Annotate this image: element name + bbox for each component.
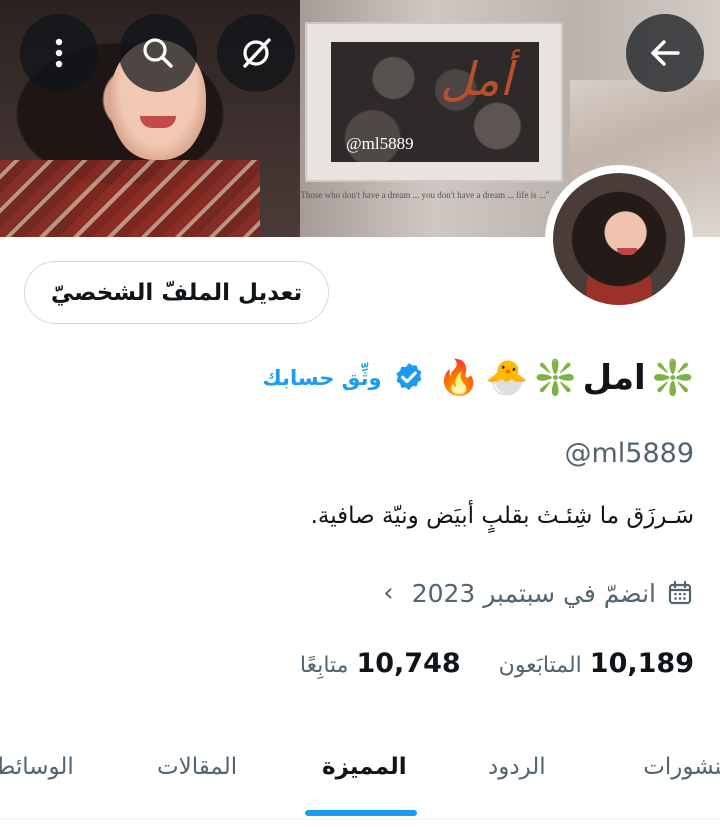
stats-row: 10,189 المتابَعون 10,748 متابِعًا	[300, 648, 694, 679]
following-count: 10,748	[356, 648, 461, 679]
sparkle-emoji-2: ❇️	[534, 358, 577, 398]
avatar[interactable]	[545, 165, 693, 313]
chevron-left-icon[interactable]: ‹	[383, 578, 393, 608]
edit-profile-button[interactable]: تعديل الملفّ الشخصيّ	[24, 261, 329, 324]
grok-button[interactable]	[217, 14, 295, 92]
tab-posts[interactable]: منشورات	[643, 754, 720, 780]
profile-handle: @ml5889	[564, 438, 694, 469]
chick-emoji: 🐣	[485, 358, 529, 398]
name-row: ❇️ امل ❇️ 🐣 🔥 وثِّق حسابك	[263, 352, 694, 404]
avatar-lips	[617, 248, 637, 255]
more-vertical-icon	[55, 38, 63, 68]
tab-articles[interactable]: المقالات	[157, 754, 237, 780]
banner-arabic-text: أمل	[440, 52, 513, 106]
following-stat[interactable]: 10,748 متابِعًا	[300, 648, 461, 679]
followers-stat[interactable]: 10,189 المتابَعون	[499, 648, 694, 679]
active-tab-indicator	[305, 810, 417, 816]
more-button[interactable]	[20, 14, 98, 92]
tab-replies[interactable]: الردود	[488, 754, 546, 780]
fire-emoji: 🔥	[437, 358, 480, 398]
following-label: متابِعًا	[299, 653, 349, 678]
banner-note-text: "Those who don't have a dream ... you do…	[296, 190, 550, 200]
profile-bio: سَـرزَق ما شِئـث بقلبٍ أبيَض ونيّة صافية…	[310, 503, 694, 529]
avatar-image	[553, 173, 685, 305]
followers-label: المتابَعون	[498, 653, 582, 678]
joined-date-text: انضمّ في سبتمبر 2023	[411, 578, 656, 608]
verify-account-link[interactable]: وثِّق حسابك	[263, 366, 382, 390]
back-button[interactable]	[626, 14, 704, 92]
calendar-icon	[668, 580, 692, 605]
verified-badge-icon	[396, 363, 422, 391]
search-button[interactable]	[119, 14, 197, 92]
banner-handle-text: @ml5889	[346, 134, 414, 153]
sparkle-emoji: ❇️	[651, 358, 694, 398]
followers-count: 10,189	[589, 648, 694, 679]
display-name: امل	[582, 358, 646, 398]
grok-icon	[243, 38, 271, 68]
tab-highlights[interactable]: المميزة	[322, 754, 407, 780]
joined-row: انضمّ في سبتمبر 2023 ‹	[383, 578, 694, 608]
banner-scarf	[0, 160, 260, 237]
profile-tabs: منشورات الردود المميزة المقالات الوسائط	[0, 730, 720, 820]
search-icon	[143, 38, 173, 68]
arrow-left-icon	[651, 40, 680, 66]
tab-media[interactable]: الوسائط	[0, 754, 74, 780]
